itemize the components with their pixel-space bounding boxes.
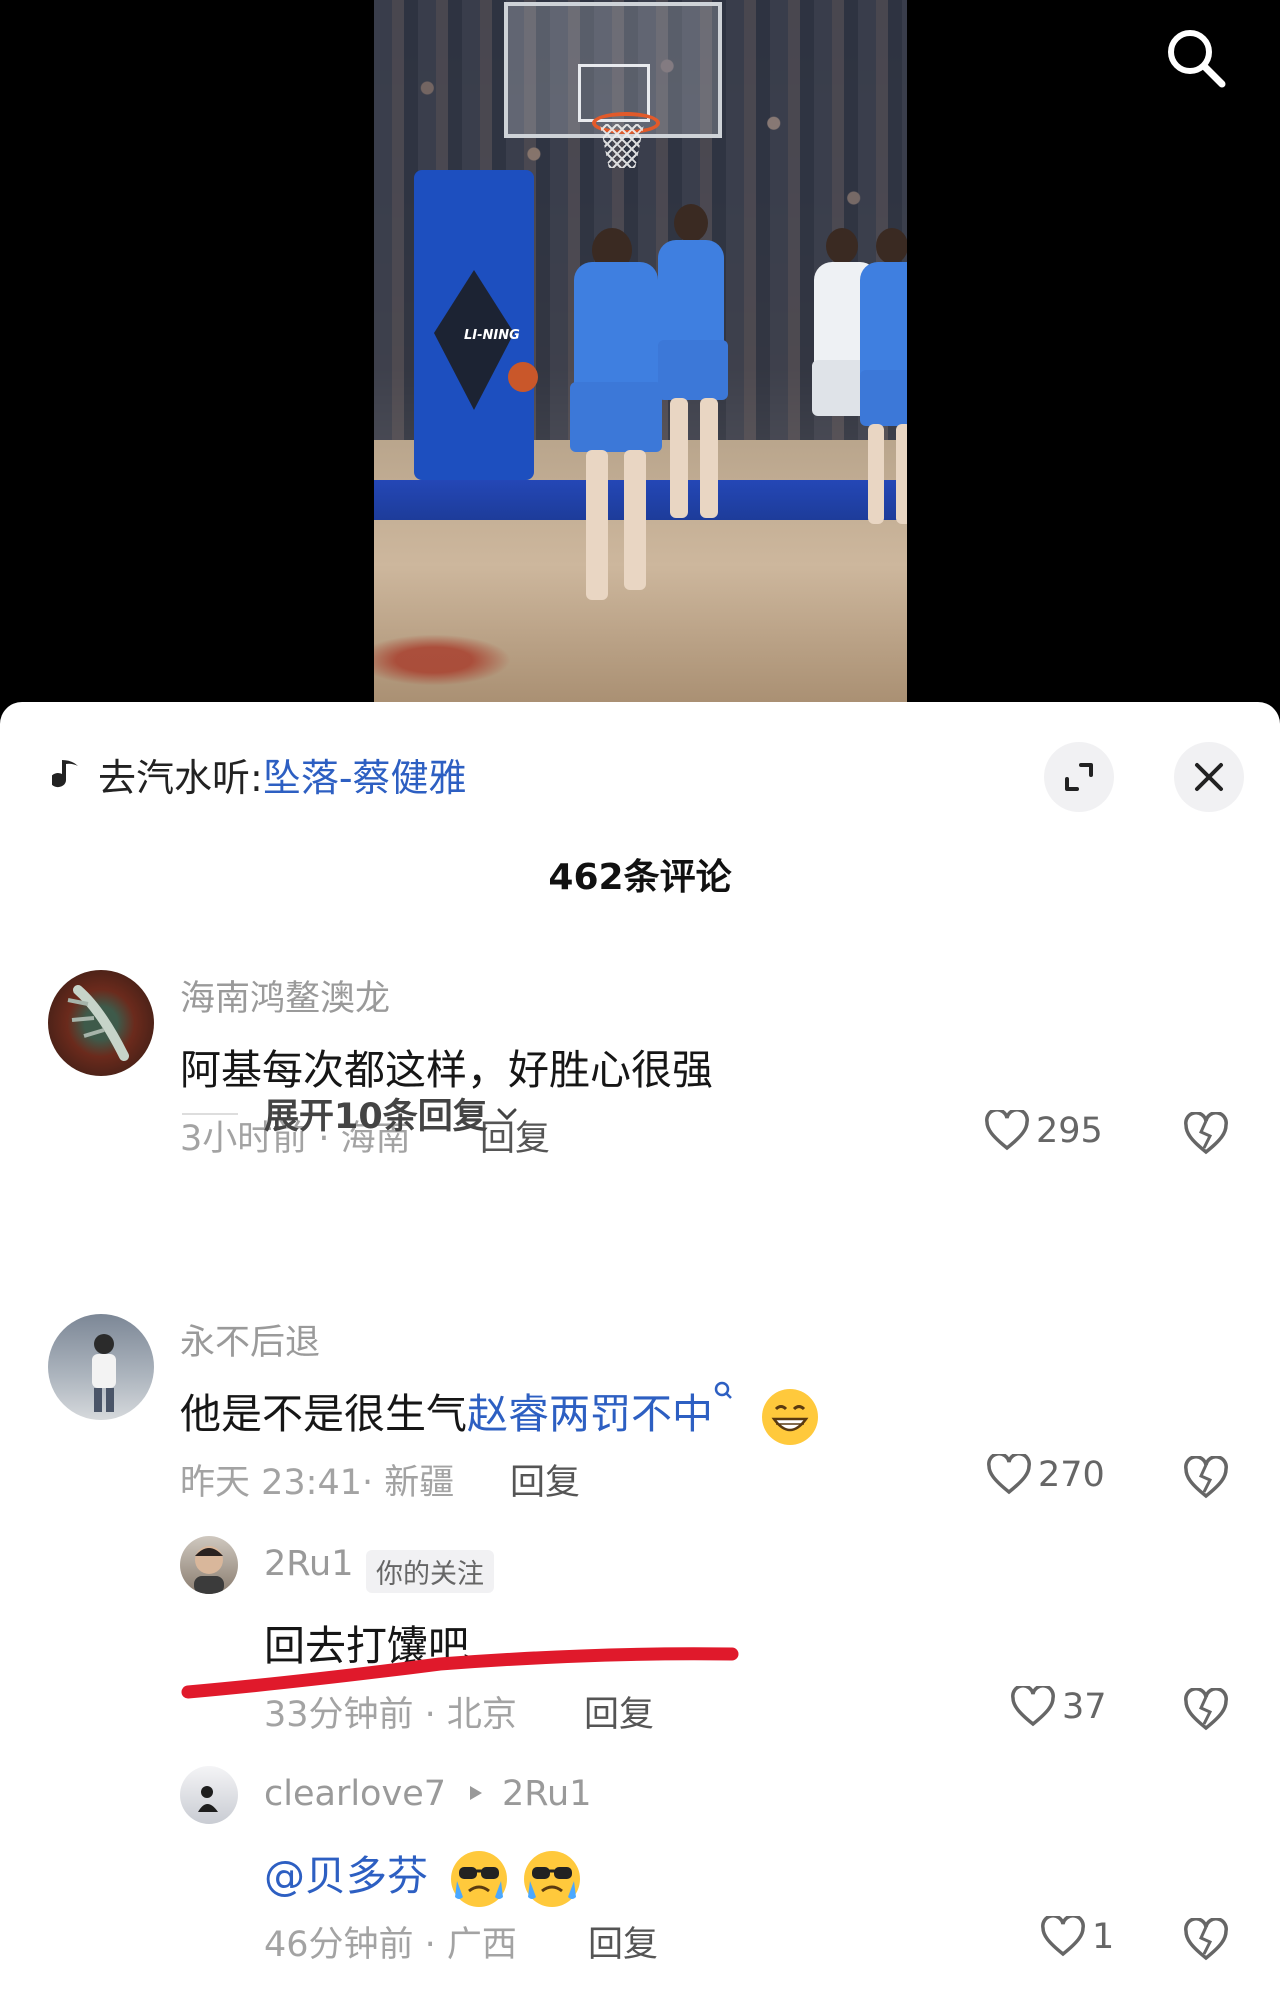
- player-head: [876, 228, 907, 264]
- music-link[interactable]: 去汽水听: 坠落-蔡健雅: [52, 744, 467, 804]
- heart-icon: [985, 1110, 1029, 1151]
- search-icon: [1168, 30, 1226, 88]
- play-arrow-icon: [470, 1786, 482, 1800]
- player-shorts: [570, 382, 662, 452]
- comment-username[interactable]: 永不后退: [180, 1314, 320, 1365]
- heart-icon: [1011, 1686, 1055, 1727]
- broken-heart-icon[interactable]: [1182, 1918, 1230, 1962]
- like-button[interactable]: 1: [1040, 1916, 1114, 1958]
- expand-divider: [182, 1112, 238, 1115]
- close-icon: [1195, 763, 1223, 791]
- reply-to-arrow: [466, 1778, 486, 1812]
- comment-username[interactable]: 海南鸿鳌澳龙: [180, 970, 390, 1021]
- cool-crying-emoji-icon: [451, 1851, 508, 1907]
- basketball: [508, 362, 538, 392]
- player-shorts: [658, 340, 728, 400]
- reply-text: @贝多芬: [264, 1842, 581, 1907]
- like-button[interactable]: 295: [984, 1110, 1103, 1152]
- player-leg: [896, 424, 907, 524]
- cool-crying-emoji-icon: [524, 1851, 581, 1907]
- expand-replies-button[interactable]: 展开10条回复: [182, 1088, 520, 1139]
- following-tag: 你的关注: [366, 1550, 494, 1593]
- music-prefix: 去汽水听:: [98, 755, 263, 800]
- court-floor-logo: [374, 630, 524, 690]
- like-count: 270: [1038, 1455, 1105, 1495]
- player-leg: [868, 424, 884, 524]
- red-underline-annotation: [181, 1647, 739, 1699]
- search-button[interactable]: [1160, 22, 1232, 94]
- video-player[interactable]: LI-NING: [0, 0, 1280, 706]
- expand-icon: [1065, 763, 1093, 791]
- close-button[interactable]: [1174, 742, 1244, 812]
- music-title[interactable]: 坠落-蔡健雅: [263, 747, 467, 802]
- comment-sheet: 去汽水听: 坠落-蔡健雅 462条评论 海南鸿鳌澳龙 阿基每次都这样，好胜心很强…: [0, 702, 1280, 1990]
- avatar[interactable]: [180, 1766, 238, 1824]
- expand-replies-label: 展开10条回复: [264, 1097, 488, 1137]
- reply-username[interactable]: clearlove7: [264, 1774, 446, 1814]
- lobster-avatar-icon: [67, 985, 129, 1061]
- search-link[interactable]: 赵睿两罚不中: [467, 1390, 713, 1438]
- person-avatar-icon: [92, 1334, 116, 1412]
- chevron-down-icon: [497, 1108, 517, 1120]
- face-avatar-icon: [194, 1546, 224, 1594]
- broken-heart-icon[interactable]: [1182, 1112, 1230, 1156]
- player-head: [674, 204, 708, 242]
- player-head: [826, 228, 858, 264]
- reply-button[interactable]: 回复: [510, 1454, 580, 1505]
- like-count: 37: [1062, 1687, 1107, 1727]
- player-jersey: [860, 262, 907, 380]
- player-jersey: [574, 262, 658, 390]
- silhouette-avatar-icon: [198, 1786, 218, 1812]
- avatar[interactable]: [180, 1536, 238, 1594]
- broken-heart-icon[interactable]: [1182, 1456, 1230, 1500]
- reply-username[interactable]: 2Ru1: [264, 1544, 353, 1584]
- player-leg: [586, 450, 608, 600]
- comment-count-title: 462条评论: [548, 857, 732, 898]
- player-shorts: [860, 370, 907, 426]
- like-count: 295: [1036, 1111, 1103, 1151]
- comment-text: 他是不是很生气赵睿两罚不中: [180, 1380, 819, 1445]
- reply-button[interactable]: 回复: [588, 1916, 658, 1967]
- mention-link[interactable]: @贝多芬: [264, 1852, 428, 1900]
- player-leg: [624, 450, 646, 590]
- avatar[interactable]: [48, 970, 154, 1076]
- grin-emoji-icon: [762, 1389, 819, 1445]
- avatar[interactable]: [48, 1314, 154, 1420]
- comment-text-plain: 他是不是很生气: [180, 1390, 467, 1438]
- like-count: 1: [1092, 1917, 1115, 1957]
- comment-meta: 昨天 23:41· 新疆: [180, 1463, 455, 1503]
- search-hint-icon[interactable]: [713, 1380, 735, 1408]
- broken-heart-icon[interactable]: [1182, 1688, 1230, 1732]
- expand-button[interactable]: [1044, 742, 1114, 812]
- player-leg: [700, 398, 718, 518]
- heart-icon: [1041, 1916, 1085, 1957]
- player-leg: [670, 398, 688, 518]
- player-jersey: [658, 240, 724, 350]
- like-button[interactable]: 37: [1010, 1686, 1107, 1728]
- comment-text: 阿基每次都这样，好胜心很强: [180, 1046, 713, 1094]
- reply-meta: 46分钟前 · 广西: [264, 1925, 517, 1965]
- reply-to-username[interactable]: 2Ru1: [502, 1774, 591, 1814]
- heart-icon: [987, 1454, 1031, 1495]
- video-frame[interactable]: LI-NING: [374, 0, 907, 706]
- like-button[interactable]: 270: [986, 1454, 1105, 1496]
- music-note-icon: [52, 758, 78, 788]
- brand-logo: LI-NING: [464, 328, 520, 343]
